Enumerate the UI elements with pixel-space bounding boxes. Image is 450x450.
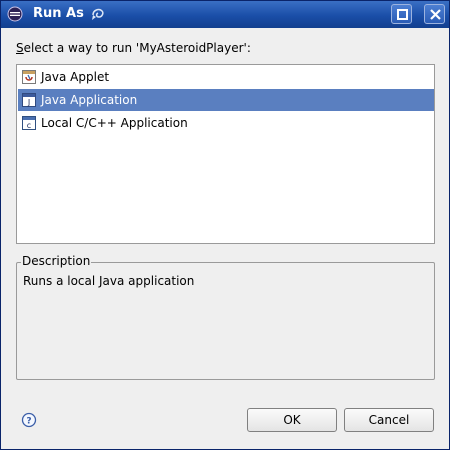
run-as-dialog: Run As Select a way to run 'MyAsteroidPl… [0,0,450,450]
maximize-button[interactable] [391,4,412,24]
description-text: Runs a local Java application [23,274,195,288]
svg-text:J: J [27,98,30,107]
svg-text:?: ? [26,417,31,427]
prompt-text: elect a way to run 'MyAsteroidPlayer': [23,41,251,55]
list-item-java-applet[interactable]: Java Applet [18,66,434,88]
description-group-title: Description [21,254,92,268]
list-item-label: Java Applet [41,70,110,84]
list-item-label: Local C/C++ Application [41,116,188,130]
help-icon[interactable]: ? [21,412,37,428]
list-item-java-application[interactable]: J Java Application [18,89,434,111]
svg-text:c: c [27,121,31,130]
java-applet-icon [22,70,36,84]
title-bar[interactable]: Run As [1,1,449,28]
launch-options-list[interactable]: Java Applet J Java Application c Local C… [16,64,435,244]
window-title: Run As [33,6,84,21]
list-item-label: Java Application [41,93,138,107]
maximize-icon [397,9,408,20]
eclipse-icon [7,6,23,22]
run-prompt-label: Select a way to run 'MyAsteroidPlayer': [16,41,251,55]
pin-icon[interactable] [89,5,107,23]
list-item-local-c-cpp-application[interactable]: c Local C/C++ Application [18,112,434,134]
java-application-icon: J [22,93,36,107]
cancel-button[interactable]: Cancel [344,408,434,432]
close-icon [430,9,441,20]
ok-button[interactable]: OK [247,408,337,432]
close-button[interactable] [424,4,445,24]
c-application-icon: c [22,116,36,130]
prompt-mnemonic: S [16,41,24,55]
